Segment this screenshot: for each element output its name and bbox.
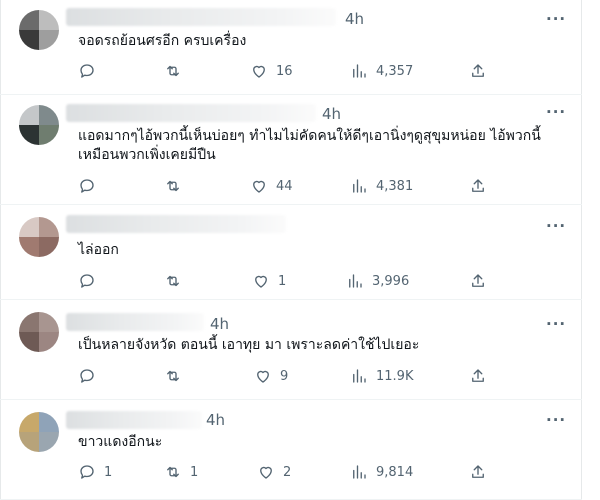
reply-button[interactable]: 1 [78, 463, 112, 481]
views-count: 9,814 [376, 464, 414, 480]
like-button[interactable]: 44 [250, 177, 293, 195]
retweet-button[interactable] [164, 367, 190, 385]
like-button[interactable]: 1 [252, 272, 286, 290]
more-options-icon[interactable]: ··· [546, 10, 566, 28]
share-button[interactable] [469, 367, 487, 385]
reply-icon [80, 465, 94, 479]
views-button[interactable]: 4,357 [350, 62, 413, 80]
share-icon [472, 179, 484, 192]
retweet-icon [167, 370, 179, 382]
heart-icon [255, 275, 267, 288]
replies-feed: 4h ··· จอดรถย้อนศรอีก ครบเครื่อง 16 4,35… [0, 0, 600, 500]
reply-button[interactable] [78, 177, 104, 195]
reply-item[interactable]: 4h ··· เป็นหลายจังหวัด ตอนนี้ เอาทุย มา … [0, 300, 582, 400]
share-icon [472, 64, 484, 77]
avatar[interactable] [19, 105, 59, 145]
timestamp[interactable]: 4h [345, 10, 364, 28]
reply-item[interactable]: ··· ไล่ออก 1 3,996 [0, 205, 582, 300]
heart-icon [260, 466, 272, 479]
timestamp[interactable]: 4h [210, 315, 229, 333]
like-button[interactable]: 9 [254, 367, 288, 385]
retweet-icon [167, 275, 179, 287]
retweet-icon [167, 180, 179, 192]
reply-item[interactable]: 4h ··· จอดรถย้อนศรอีก ครบเครื่อง 16 4,35… [0, 0, 582, 95]
share-button[interactable] [469, 177, 487, 195]
like-count: 44 [276, 178, 293, 194]
blurred-username[interactable] [66, 313, 204, 331]
views-chart-icon [353, 64, 366, 78]
retweet-icon [167, 466, 179, 478]
avatar[interactable] [19, 312, 59, 352]
more-options-icon[interactable]: ··· [546, 103, 566, 121]
blurred-username[interactable] [66, 8, 336, 26]
reply-text: ขาวแดงอีกนะ [78, 434, 163, 450]
reply-icon [80, 64, 94, 78]
retweet-button[interactable] [164, 62, 190, 80]
heart-icon [257, 370, 269, 383]
like-count: 1 [278, 273, 287, 289]
blurred-username[interactable] [66, 411, 202, 429]
views-count: 4,381 [376, 178, 414, 194]
retweet-count: 1 [190, 464, 199, 480]
reply-item[interactable]: 4h ··· ขาวแดงอีกนะ 1 1 2 9,814 [0, 400, 582, 500]
reply-icon [80, 179, 94, 193]
heart-icon [253, 65, 265, 78]
reply-button[interactable] [78, 272, 104, 290]
more-options-icon[interactable]: ··· [546, 315, 566, 333]
views-count: 3,996 [372, 273, 410, 289]
like-count: 2 [283, 464, 292, 480]
reply-item[interactable]: 4h ··· แอดมากๆไอ้พวกนี้เห็นบ่อยๆ ทำไมไม่… [0, 95, 582, 205]
views-button[interactable]: 9,814 [350, 463, 413, 481]
like-button[interactable]: 16 [250, 62, 293, 80]
share-button[interactable] [469, 272, 487, 290]
reply-text: เป็นหลายจังหวัด ตอนนี้ เอาทุย มา เพราะลด… [78, 337, 420, 353]
more-options-icon[interactable]: ··· [546, 217, 566, 235]
reply-text: จอดรถย้อนศรอีก ครบเครื่อง [78, 33, 247, 49]
share-button[interactable] [469, 62, 487, 80]
views-count: 11.9K [376, 368, 414, 384]
views-button[interactable]: 4,381 [350, 177, 413, 195]
blurred-username[interactable] [66, 104, 316, 122]
reply-count: 1 [104, 464, 113, 480]
share-button[interactable] [469, 463, 487, 481]
reply-icon [80, 274, 94, 288]
share-icon [472, 465, 484, 478]
retweet-icon [167, 65, 179, 77]
like-count: 9 [280, 368, 289, 384]
like-button[interactable]: 2 [257, 463, 291, 481]
views-chart-icon [353, 465, 366, 479]
reply-text: แอดมากๆไอ้พวกนี้เห็นบ่อยๆ ทำไมไม่คัดคนให… [78, 128, 541, 163]
timestamp[interactable]: 4h [206, 411, 225, 429]
like-count: 16 [276, 63, 293, 79]
share-icon [472, 369, 484, 382]
reply-icon [80, 369, 94, 383]
blurred-username[interactable] [66, 215, 286, 233]
views-chart-icon [353, 179, 366, 193]
views-button[interactable]: 11.9K [350, 367, 413, 385]
views-button[interactable]: 3,996 [346, 272, 409, 290]
share-icon [472, 274, 484, 287]
views-chart-icon [349, 274, 362, 288]
retweet-button[interactable] [164, 272, 190, 290]
more-options-icon[interactable]: ··· [546, 411, 566, 429]
views-chart-icon [353, 369, 366, 383]
avatar[interactable] [19, 412, 59, 452]
timestamp[interactable]: 4h [322, 105, 341, 123]
avatar[interactable] [19, 217, 59, 257]
retweet-button[interactable] [164, 177, 190, 195]
retweet-button[interactable]: 1 [164, 463, 198, 481]
reply-button[interactable] [78, 367, 104, 385]
heart-icon [253, 180, 265, 193]
views-count: 4,357 [376, 63, 414, 79]
reply-button[interactable] [78, 62, 104, 80]
avatar[interactable] [19, 10, 59, 50]
reply-text: ไล่ออก [78, 242, 119, 258]
